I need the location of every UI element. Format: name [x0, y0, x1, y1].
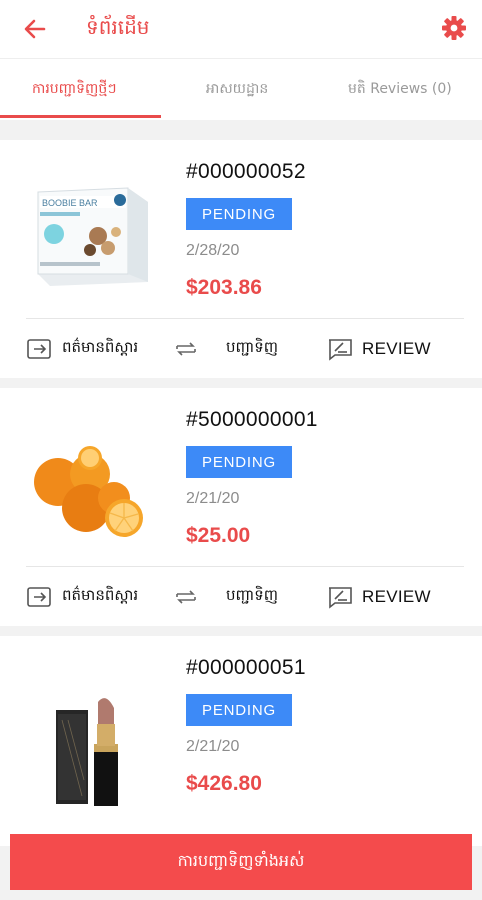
order-number: #5000000001	[186, 408, 318, 431]
tab-address[interactable]: អាសយដ្ឋាន	[206, 79, 268, 100]
tab-reviews[interactable]: មតិ Reviews (0)	[348, 79, 452, 100]
all-orders-button[interactable]: ការបញ្ជាទិញទាំងអស់	[10, 834, 472, 890]
order-total: $426.80	[186, 772, 262, 795]
order-number: #000000052	[186, 160, 306, 183]
order-total: $203.86	[186, 276, 262, 299]
review-edit-icon	[329, 587, 352, 609]
product-image-oranges	[28, 410, 158, 560]
details-button[interactable]: ពត៌មានពិស្តារ	[26, 582, 138, 612]
tab-recent-orders[interactable]: ការបញ្ជាទិញថ្មីៗ	[32, 79, 117, 100]
reorder-button[interactable]: បញ្ជាទិញ	[172, 582, 278, 612]
order-date: 2/28/20	[186, 242, 240, 259]
details-arrow-icon	[27, 339, 51, 359]
details-button[interactable]: ពត៌មានពិស្តារ	[26, 334, 138, 364]
review-button[interactable]: REVIEW	[326, 582, 431, 612]
details-label: ពត៌មានពិស្តារ	[62, 338, 139, 356]
order-card[interactable]: BOOBIE BAR #000000052 PENDING 2/28/20 $2…	[0, 140, 482, 378]
review-label: REVIEW	[362, 339, 431, 358]
review-button[interactable]: REVIEW	[326, 334, 431, 364]
reorder-label: បញ្ជាទិញ	[226, 586, 279, 604]
details-label: ពត៌មានពិស្តារ	[62, 586, 139, 604]
order-date: 2/21/20	[186, 738, 240, 755]
repeat-icon	[176, 590, 196, 604]
repeat-icon	[176, 342, 196, 356]
review-edit-icon	[329, 339, 352, 361]
divider	[26, 318, 464, 319]
details-arrow-icon	[27, 587, 51, 607]
tab-bar: ការបញ្ជាទិញថ្មីៗ អាសយដ្ឋាន មតិ Reviews (…	[0, 58, 482, 120]
product-image-lipstick	[28, 658, 158, 808]
order-card[interactable]: #5000000001 PENDING 2/21/20 $25.00 ពត៌មា…	[0, 388, 482, 626]
back-arrow-icon[interactable]	[20, 14, 50, 44]
status-badge: PENDING	[186, 446, 292, 478]
order-card[interactable]: #000000051 PENDING 2/21/20 $426.80	[0, 636, 482, 846]
page-title: ទំព័រដើម	[86, 15, 150, 39]
reorder-label: បញ្ជាទិញ	[226, 338, 279, 356]
active-tab-indicator	[0, 115, 161, 118]
order-date: 2/21/20	[186, 490, 240, 507]
gear-icon[interactable]	[439, 13, 469, 43]
divider	[26, 566, 464, 567]
order-number: #000000051	[186, 656, 306, 679]
status-badge: PENDING	[186, 198, 292, 230]
reorder-button[interactable]: បញ្ជាទិញ	[172, 334, 278, 364]
top-app-bar: ទំព័រដើម	[0, 0, 482, 58]
review-label: REVIEW	[362, 587, 431, 606]
status-badge: PENDING	[186, 694, 292, 726]
product-image-box: BOOBIE BAR	[28, 162, 158, 312]
order-total: $25.00	[186, 524, 251, 547]
box-brand-text: BOOBIE BAR	[42, 198, 98, 208]
